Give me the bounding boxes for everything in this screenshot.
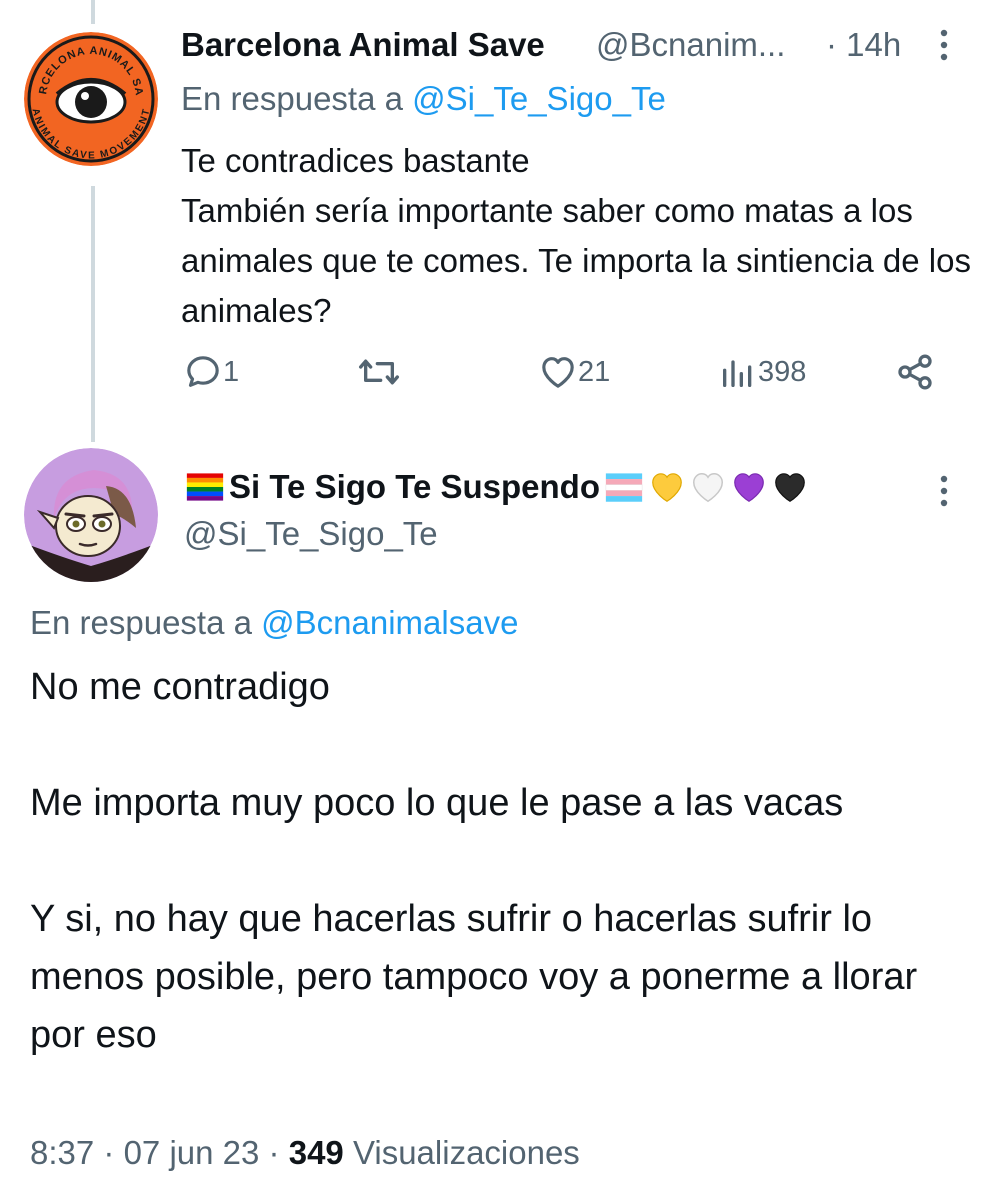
reply-icon — [187, 356, 219, 387]
thread-line — [91, 186, 95, 442]
reply-count: 1 — [223, 355, 240, 388]
tweet2-author-name: Si Te Sigo Te Suspendo — [229, 468, 600, 505]
views-icon — [723, 360, 752, 387]
black-heart-icon — [775, 473, 805, 502]
tweet1-reply-context: En respuesta a @Si_Te_Sigo_Te — [181, 80, 666, 118]
tweet2-paragraph: No me contradigo — [30, 666, 330, 708]
tweet2-views-count: 349 — [288, 1134, 344, 1171]
tweet1-author-name[interactable]: Barcelona Animal Save — [181, 26, 545, 64]
purple-heart-icon — [734, 473, 764, 502]
views-button[interactable]: 398 — [718, 352, 806, 392]
tweet2-views-label: Visualizaciones — [352, 1134, 580, 1171]
views-count: 398 — [758, 355, 807, 388]
avatar-cartoon-image — [24, 448, 158, 582]
more-options-icon[interactable] — [932, 474, 956, 513]
transgender-flag-icon — [605, 473, 643, 502]
tweet2-author-name-row[interactable]: Si Te Sigo Te Suspendo — [184, 468, 809, 506]
share-icon — [898, 354, 932, 390]
tweet2-date[interactable]: 07 jun 23 — [124, 1134, 260, 1171]
tweet1-text-line: También sería importante saber como mata… — [181, 192, 971, 329]
like-button[interactable]: 21 — [538, 352, 610, 392]
tweet1-timestamp[interactable]: · 14h — [826, 26, 901, 64]
heart-icon — [542, 357, 574, 388]
avatar-logo-image: BARCELONA ANIMAL SAVE ANIMAL SAVE MOVEME… — [24, 32, 158, 166]
avatar-si-te-sigo-te[interactable] — [24, 448, 158, 582]
more-options-icon[interactable] — [932, 28, 956, 67]
retweet-button[interactable] — [356, 352, 402, 392]
thread-line-top — [91, 0, 95, 24]
tweet2-paragraph: Y si, no hay que hacerlas sufrir o hacer… — [30, 898, 918, 1056]
reply-prefix: En respuesta a — [181, 80, 403, 117]
share-button[interactable] — [893, 352, 937, 392]
tweet2-handle[interactable]: @Si_Te_Sigo_Te — [184, 515, 438, 553]
tweet1-handle[interactable]: @Bcnanim... — [596, 26, 785, 64]
rainbow-flag-icon — [186, 473, 224, 501]
reply-mention-link[interactable]: @Bcnanimalsave — [261, 604, 518, 641]
tweet1-text-line: Te contradices bastante — [181, 142, 530, 179]
tweet2-reply-context: En respuesta a @Bcnanimalsave — [30, 604, 518, 642]
white-heart-icon — [692, 473, 723, 503]
reply-prefix: En respuesta a — [30, 604, 252, 641]
like-count: 21 — [578, 355, 611, 388]
avatar-barcelona-animal-save[interactable]: BARCELONA ANIMAL SAVE ANIMAL SAVE MOVEME… — [24, 32, 158, 166]
tweet2-text: No me contradigo Me importa muy poco lo … — [30, 658, 970, 1064]
reply-button[interactable]: 1 — [183, 352, 239, 392]
tweet2-metadata: 8:37 · 07 jun 23 · 349 Visualizaciones — [30, 1134, 580, 1171]
reply-mention-link[interactable]: @Si_Te_Sigo_Te — [412, 80, 666, 117]
tweet2-paragraph: Me importa muy poco lo que le pase a las… — [30, 782, 844, 824]
retweet-icon — [358, 359, 399, 385]
tweet2-time[interactable]: 8:37 — [30, 1134, 94, 1171]
tweet1-text: Te contradices bastante También sería im… — [181, 136, 971, 336]
yellow-heart-icon — [652, 473, 682, 502]
